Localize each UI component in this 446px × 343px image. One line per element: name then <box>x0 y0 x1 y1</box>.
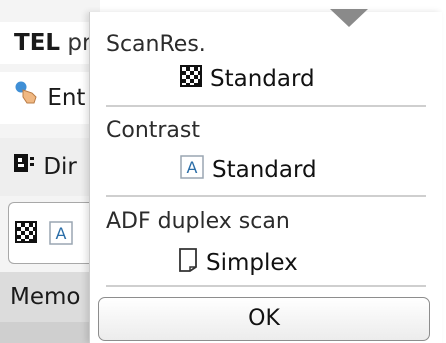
screen: TEL pr Ent Dir A Memo ScanRes. Standard … <box>0 0 446 343</box>
tel-value-partial: pr <box>67 30 92 56</box>
divider <box>106 195 426 197</box>
contrast-a-icon: A <box>49 221 73 251</box>
svg-text:A: A <box>187 158 198 177</box>
background-bottom-bar <box>0 322 100 343</box>
background-screen: TEL pr Ent Dir A Memo <box>0 0 100 343</box>
svg-text:A: A <box>56 224 67 243</box>
enter-label-partial: Ent <box>47 85 86 111</box>
tel-row[interactable]: TEL pr <box>0 22 100 64</box>
fax-settings-row[interactable]: A <box>8 202 100 264</box>
checker-icon <box>180 65 202 93</box>
contrast-a-icon: A <box>180 155 204 185</box>
ok-button[interactable]: OK <box>98 297 430 341</box>
adf-duplex-title: ADF duplex scan <box>106 209 290 234</box>
directory-label-partial: Dir <box>43 154 77 180</box>
divider <box>106 285 426 287</box>
memory-row[interactable]: Memo <box>0 272 100 322</box>
dialog-pointer <box>330 9 368 27</box>
directory-icon <box>12 139 36 197</box>
page-icon <box>178 247 198 279</box>
scanres-value-text: Standard <box>210 66 315 92</box>
pointing-hand-icon <box>14 73 40 125</box>
enter-number-row[interactable]: Ent <box>0 72 100 124</box>
scanres-title: ScanRes. <box>106 32 206 57</box>
scanres-value[interactable]: Standard <box>180 64 315 94</box>
checker-icon <box>15 221 37 249</box>
contrast-value[interactable]: A Standard <box>180 155 317 185</box>
directory-row[interactable]: Dir <box>0 138 100 196</box>
contrast-title: Contrast <box>106 118 201 143</box>
adf-duplex-value[interactable]: Simplex <box>178 248 298 278</box>
memory-label-partial: Memo <box>10 284 81 310</box>
tel-label: TEL <box>14 30 61 56</box>
contrast-value-text: Standard <box>212 157 317 183</box>
divider <box>106 105 426 107</box>
adf-duplex-value-text: Simplex <box>206 250 298 276</box>
